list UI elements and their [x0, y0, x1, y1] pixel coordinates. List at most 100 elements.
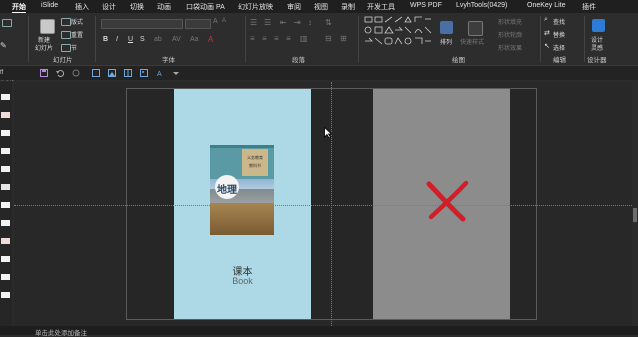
slideshow-icon[interactable] [92, 69, 100, 77]
font-size-field[interactable] [185, 19, 211, 29]
slide-thumbnail[interactable] [1, 238, 10, 244]
shapes-gallery[interactable] [364, 16, 432, 50]
cover-title: 地理 [217, 185, 237, 196]
divider [28, 16, 29, 62]
italic-button[interactable]: I [116, 36, 118, 43]
tab-slideshow[interactable]: 幻灯片放映 [238, 2, 273, 12]
align-right-icon[interactable]: ≡ [274, 34, 279, 43]
shadow-button[interactable]: S [140, 36, 145, 43]
design-ideas-label-2[interactable]: 灵感 [591, 43, 603, 52]
find-button[interactable]: 查找 [553, 17, 565, 26]
layout-button[interactable]: 版式 [71, 17, 83, 26]
layout-icon [61, 18, 71, 26]
smartart-icon[interactable]: ⊞ [340, 34, 347, 43]
slide-thumbnail[interactable] [1, 220, 10, 226]
undo-icon[interactable] [56, 69, 64, 77]
tab-pocket-animation[interactable]: 口袋动画 PA [186, 2, 225, 12]
vertical-guide[interactable] [331, 82, 332, 326]
horizontal-guide[interactable] [14, 205, 632, 206]
notes-placeholder[interactable]: 单击此处添加备注 [35, 327, 87, 337]
tab-design[interactable]: 设计 [102, 2, 116, 12]
slide-thumbnail[interactable] [1, 256, 10, 262]
align-center-icon[interactable]: ≡ [262, 34, 267, 43]
customize-dropdown-icon[interactable] [172, 69, 180, 77]
select-button[interactable]: 选择 [553, 43, 565, 52]
replace-icon[interactable]: ⇄ [544, 29, 550, 37]
underline-button[interactable]: U [128, 36, 133, 43]
tab-home[interactable]: 开始 [12, 2, 26, 14]
ribbon-tab-bar: 开始 iSlide 插入 设计 切换 动画 口袋动画 PA 幻灯片放映 审阅 视… [0, 0, 638, 14]
select-icon[interactable]: ↖ [544, 42, 550, 50]
slide-thumbnail[interactable] [1, 166, 10, 172]
shape-outline-button[interactable]: 形状轮廓 [498, 30, 522, 39]
textbook-cover-image[interactable]: 义务教育 教科书 地理 [210, 145, 274, 235]
font-color-icon[interactable]: A [208, 35, 213, 44]
section-button[interactable]: 节 [71, 43, 77, 52]
section-icon [61, 44, 71, 52]
arrange-button[interactable]: 排列 [440, 37, 452, 46]
quick-styles-icon[interactable] [468, 21, 483, 36]
tab-onekey-lite[interactable]: OneKey Lite [527, 2, 566, 9]
slide-thumbnail[interactable] [1, 184, 10, 190]
format-painter-icon[interactable]: ✎ [0, 41, 7, 50]
image-icon[interactable] [140, 69, 148, 77]
shape-fill-button[interactable]: 形状填充 [498, 17, 522, 26]
tab-wps-pdf[interactable]: WPS PDF [410, 2, 442, 9]
strikethrough-icon[interactable]: ab [154, 36, 162, 43]
red-cross-icon[interactable] [425, 180, 471, 222]
notes-pane[interactable]: 单击此处添加备注 [0, 326, 638, 337]
font-name-field[interactable] [101, 19, 183, 29]
text-direction-icon[interactable]: ⇅ [325, 18, 332, 27]
text-icon[interactable]: A [156, 69, 164, 77]
tab-view[interactable]: 视图 [314, 2, 328, 12]
columns-icon[interactable]: ▥ [300, 34, 308, 43]
save-icon[interactable] [40, 69, 48, 77]
find-icon[interactable]: ⌕ [544, 16, 548, 24]
bold-button[interactable]: B [103, 36, 108, 43]
tab-animations[interactable]: 动画 [157, 2, 171, 12]
tab-developer[interactable]: 开发工具 [367, 2, 395, 12]
picture-icon[interactable] [108, 69, 116, 77]
slide-thumbnail[interactable] [1, 94, 10, 100]
caption-english[interactable]: Book [174, 276, 311, 286]
slide-thumbnail[interactable] [1, 130, 10, 136]
shrink-font-icon[interactable]: A [222, 18, 226, 24]
arrange-icon[interactable] [440, 21, 453, 34]
tab-transitions[interactable]: 切换 [130, 2, 144, 12]
reset-button[interactable]: 重置 [71, 30, 83, 39]
tab-record[interactable]: 录制 [341, 2, 355, 12]
bullets-icon[interactable]: ☰ [250, 18, 257, 27]
slide-thumbnail[interactable] [1, 112, 10, 118]
tab-lvyhtools[interactable]: LvyhTools(0429) [456, 2, 507, 9]
new-slide-label-2[interactable]: 幻灯片 [35, 43, 53, 52]
redo-icon[interactable] [72, 69, 80, 77]
vertical-scrollbar-thumb[interactable] [633, 208, 637, 222]
slide-thumbnail[interactable] [1, 274, 10, 280]
tab-review[interactable]: 审阅 [287, 2, 301, 12]
tab-plugins[interactable]: 插件 [582, 2, 596, 12]
numbering-icon[interactable]: ☰ [264, 18, 271, 27]
grow-font-icon[interactable]: A [213, 18, 218, 25]
slide-thumbnail[interactable] [1, 148, 10, 154]
align-text-icon[interactable]: ⊟ [325, 34, 332, 43]
quick-styles-button[interactable]: 快速样式 [460, 37, 484, 46]
align-left-icon[interactable]: ≡ [250, 34, 255, 43]
svg-text:A: A [157, 71, 162, 77]
mouse-cursor-icon [324, 127, 332, 139]
new-slide-icon[interactable] [40, 19, 55, 34]
grid-icon[interactable] [124, 69, 132, 77]
justify-icon[interactable]: ≡ [286, 34, 291, 43]
slide-thumbnail[interactable] [1, 292, 10, 298]
increase-indent-icon[interactable]: ⇥ [294, 18, 301, 27]
decrease-indent-icon[interactable]: ⇤ [280, 18, 287, 27]
replace-button[interactable]: 替换 [553, 30, 565, 39]
design-ideas-icon[interactable] [592, 19, 605, 32]
tab-islide[interactable]: iSlide [41, 2, 58, 9]
slide-thumbnail[interactable] [1, 202, 10, 208]
paste-icon[interactable] [2, 19, 12, 27]
change-case-icon[interactable]: Aa [190, 36, 199, 43]
tab-insert[interactable]: 插入 [75, 2, 89, 12]
shape-effects-button[interactable]: 形状效果 [498, 43, 522, 52]
line-spacing-icon[interactable]: ↕ [308, 18, 312, 27]
char-spacing-icon[interactable]: AV [172, 36, 181, 43]
